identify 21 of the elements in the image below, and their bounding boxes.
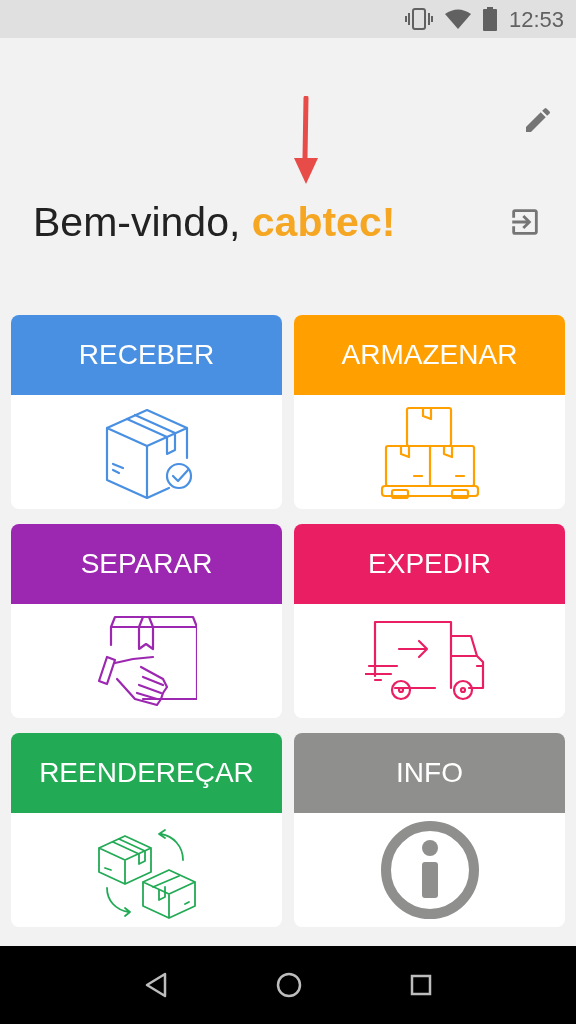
- tile-label: ARMAZENAR: [341, 338, 518, 372]
- menu-tile[interactable]: RECEBER: [11, 315, 282, 509]
- welcome-message: Bem-vindo, cabtec!: [33, 198, 396, 246]
- tile-label: REENDEREÇAR: [39, 756, 254, 790]
- menu-tile[interactable]: ARMAZENAR: [294, 315, 565, 509]
- info-icon: [379, 820, 480, 920]
- back-icon[interactable]: [144, 972, 168, 998]
- tile-label: RECEBER: [78, 338, 215, 372]
- wifi-icon: [444, 9, 471, 29]
- menu-tile[interactable]: SEPARAR: [11, 524, 282, 718]
- menu-tile[interactable]: INFO: [294, 733, 565, 927]
- tile-label: INFO: [396, 756, 463, 790]
- overview-icon[interactable]: [410, 974, 432, 996]
- battery-icon: [482, 7, 497, 31]
- vibrate-icon: [404, 7, 433, 31]
- menu-tile[interactable]: REENDEREÇAR: [11, 733, 282, 927]
- tile-label: EXPEDIR: [368, 547, 491, 581]
- menu-tile[interactable]: EXPEDIR: [294, 524, 565, 718]
- status-time: 12:53: [508, 5, 564, 34]
- tile-label: SEPARAR: [80, 547, 213, 581]
- home-icon[interactable]: [276, 972, 302, 998]
